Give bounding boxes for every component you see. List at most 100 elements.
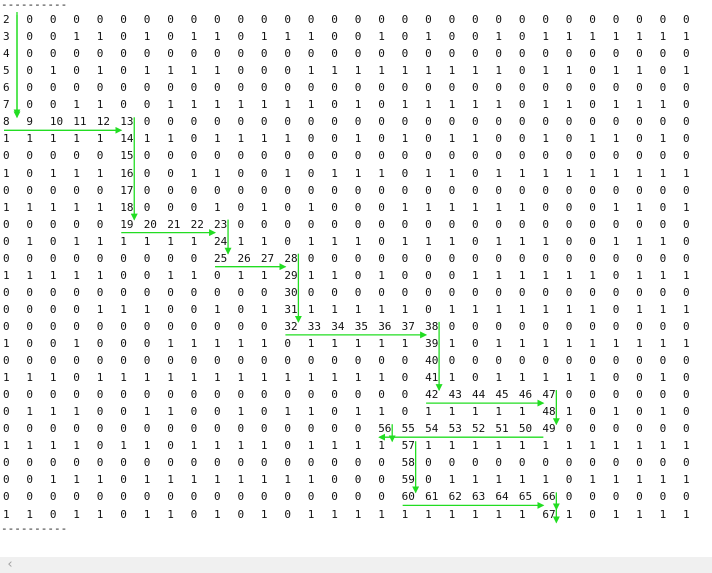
grid-cell: 0 xyxy=(659,81,667,95)
grid-cell: 0 xyxy=(472,183,479,197)
grid-cell: 1 xyxy=(143,234,151,248)
grid-cell: 0 xyxy=(612,422,620,436)
grid-cell: 1 xyxy=(237,473,245,487)
grid-cell: 1 xyxy=(354,98,362,112)
grid-cell: 18 xyxy=(120,200,134,214)
grid-cell: 0 xyxy=(495,251,503,265)
grid-cell: 1 xyxy=(636,336,643,350)
grid-cell: 0 xyxy=(683,132,690,146)
grid-cell: 1 xyxy=(3,371,10,385)
grid-cell: 0 xyxy=(565,47,573,61)
grid-cell: 0 xyxy=(237,422,245,436)
grid-cell: 0 xyxy=(354,285,362,299)
grid-cell: 1 xyxy=(612,132,620,146)
grid-cell: 1 xyxy=(636,268,643,282)
grid-cell: 0 xyxy=(214,268,221,282)
grid-cell: 62 xyxy=(448,490,462,504)
grid-cell: 0 xyxy=(237,217,245,231)
grid-cell: 0 xyxy=(26,336,34,350)
grid-cell: 0 xyxy=(331,388,338,402)
grid-cell: 0 xyxy=(167,422,174,436)
grid-cell: 1 xyxy=(659,336,667,350)
grid-cell: 0 xyxy=(49,336,57,350)
grid-cell: 0 xyxy=(425,149,432,163)
grid-cell: 0 xyxy=(659,64,667,78)
grid-cell: 67 xyxy=(542,507,556,521)
grid-cell: 57 xyxy=(401,439,415,453)
grid-cell: 0 xyxy=(448,456,456,470)
grid-cell: 0 xyxy=(120,13,127,26)
grid-cell: 0 xyxy=(331,285,338,299)
grid-cell: 1 xyxy=(49,268,57,282)
grid-cell: 1 xyxy=(96,166,104,180)
grid-cell: 0 xyxy=(96,149,104,163)
grid-cell: 0 xyxy=(214,47,221,61)
grid-cell: 0 xyxy=(120,64,127,78)
grid-cell: 1 xyxy=(425,166,432,180)
grid-cell: 1 xyxy=(565,371,573,385)
grid-cell: 0 xyxy=(378,388,385,402)
grid-cell: 0 xyxy=(518,13,526,26)
grid-cell: 0 xyxy=(49,507,57,521)
grid-cell: 1 xyxy=(472,132,479,146)
grid-cell: 0 xyxy=(354,354,362,367)
grid-cell: 0 xyxy=(683,490,690,504)
grid-cell: 1 xyxy=(589,336,596,350)
grid-cell: 1 xyxy=(237,439,245,453)
grid-cell: 0 xyxy=(401,388,409,402)
grid-cell: 1 xyxy=(260,507,268,521)
grid-cell: 0 xyxy=(284,456,292,470)
grid-cell: 0 xyxy=(472,285,479,299)
grid-cell: 0 xyxy=(542,251,550,265)
grid-cell: 1 xyxy=(190,439,198,453)
grid-cell: 0 xyxy=(612,371,620,385)
grid-cell: 1 xyxy=(659,302,667,316)
grid-cell: 0 xyxy=(542,81,550,95)
grid-cell: 1 xyxy=(260,200,268,214)
grid-cell: 0 xyxy=(190,251,198,265)
grid-cell: 0 xyxy=(167,251,174,265)
grid-cell: 1 xyxy=(284,166,292,180)
grid-cell: 0 xyxy=(659,285,667,299)
grid-cell: 0 xyxy=(120,473,127,487)
grid-cell: 0 xyxy=(636,115,643,129)
grid-cell: 0 xyxy=(26,473,34,487)
grid-cell: 0 xyxy=(425,132,432,146)
grid-cell: 0 xyxy=(96,388,104,402)
grid-cell: 0 xyxy=(448,81,456,95)
grid-cell: 1 xyxy=(495,268,503,282)
grid-cell: 1 xyxy=(307,302,315,316)
grid-cell: 0 xyxy=(96,285,104,299)
grid-cell: 1 xyxy=(73,507,80,521)
grid-cell: 0 xyxy=(636,371,643,385)
grid-cell: 30 xyxy=(284,285,298,299)
grid-cell: 1 xyxy=(26,439,34,453)
chevron-left-icon[interactable]: ‹ xyxy=(4,557,16,573)
grid-cell: 0 xyxy=(120,98,127,112)
grid-cell: 0 xyxy=(307,251,315,265)
grid-cell: 0 xyxy=(401,354,409,367)
grid-cell: 0 xyxy=(237,285,245,299)
grid-cell: 64 xyxy=(495,490,509,504)
grid-cell: 3 xyxy=(3,30,10,44)
grid-cell: 1 xyxy=(542,234,550,248)
grid-cell: 0 xyxy=(260,422,268,436)
grid-cell: 1 xyxy=(472,200,479,214)
grid-cell: 0 xyxy=(120,81,127,95)
grid-cell: 0 xyxy=(190,149,198,163)
grid-cell: 1 xyxy=(167,336,174,350)
grid-cell: 1 xyxy=(73,98,80,112)
grid-cell: 1 xyxy=(26,268,34,282)
grid-cell: 1 xyxy=(354,336,362,350)
horizontal-scrollbar[interactable]: ‹ xyxy=(0,557,712,573)
grid-cell: 1 xyxy=(659,439,667,453)
grid-cell: 1 xyxy=(636,234,643,248)
grid-cell: 1 xyxy=(472,473,479,487)
grid-cell: 1 xyxy=(378,166,385,180)
grid-cell: 1 xyxy=(448,234,456,248)
grid-cell: 1 xyxy=(542,473,550,487)
grid-cell: 0 xyxy=(354,115,362,129)
grid-cell: 0 xyxy=(495,354,503,367)
grid-cell: 1 xyxy=(565,268,573,282)
grid-cell: 1 xyxy=(518,234,526,248)
